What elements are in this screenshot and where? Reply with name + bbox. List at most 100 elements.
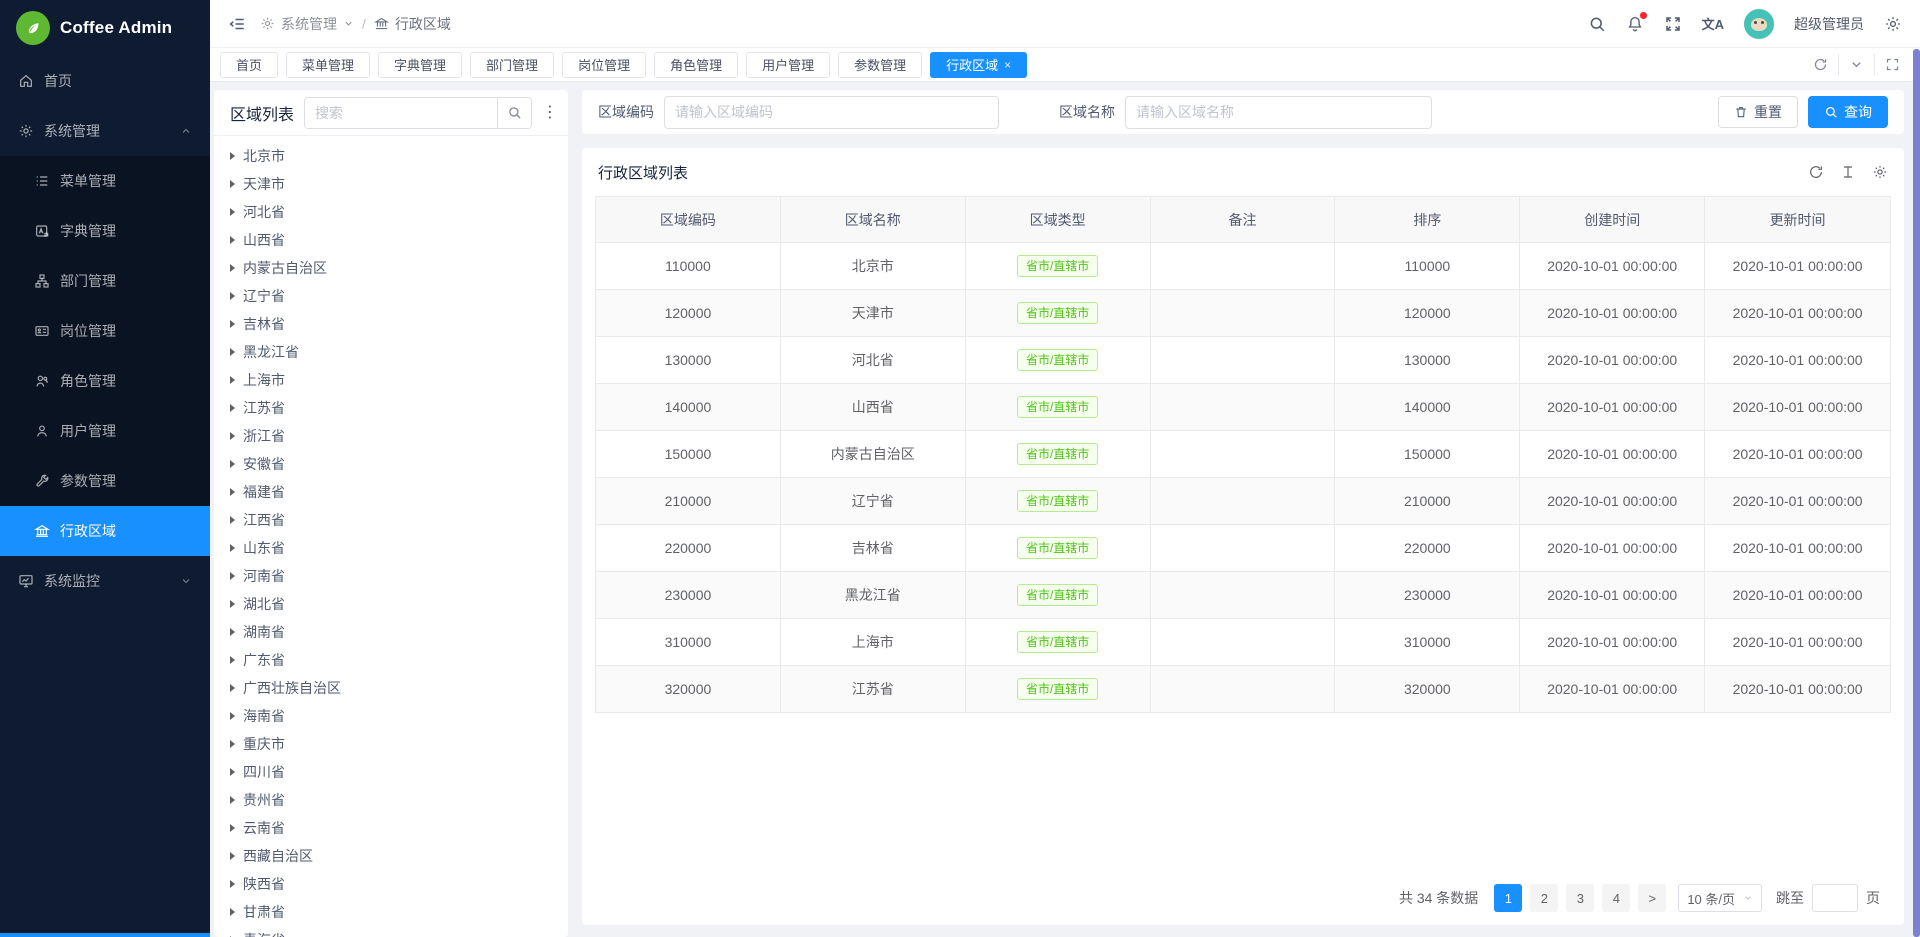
sidebar-scrollbar[interactable] xyxy=(0,933,210,937)
page-scrollbar[interactable] xyxy=(1913,49,1920,937)
caret-right-icon[interactable] xyxy=(230,152,235,160)
caret-right-icon[interactable] xyxy=(230,460,235,468)
chevron-down-icon[interactable] xyxy=(343,18,354,29)
tree-item-27[interactable]: 甘肃省 xyxy=(224,898,568,926)
settings-gear-icon[interactable] xyxy=(1884,15,1902,33)
table-row-9[interactable]: 320000江苏省省市/直辖市3200002020-10-01 00:00:00… xyxy=(596,666,1890,713)
table-row-4[interactable]: 150000内蒙古自治区省市/直辖市1500002020-10-01 00:00… xyxy=(596,431,1890,478)
sidebar-item-dept-mgmt[interactable]: 部门管理 xyxy=(0,256,210,306)
tab-0[interactable]: 首页 xyxy=(220,52,278,78)
column-settings-gear-icon[interactable] xyxy=(1872,164,1888,180)
translate-icon[interactable]: 文A xyxy=(1702,14,1724,33)
tree-item-28[interactable]: 青海省 xyxy=(224,926,568,937)
caret-right-icon[interactable] xyxy=(230,600,235,608)
caret-right-icon[interactable] xyxy=(230,880,235,888)
refresh-icon[interactable] xyxy=(1808,164,1824,180)
page-button-1[interactable]: 1 xyxy=(1494,884,1522,912)
caret-right-icon[interactable] xyxy=(230,628,235,636)
sidebar-item-post-mgmt[interactable]: 岗位管理 xyxy=(0,306,210,356)
table-row-5[interactable]: 210000辽宁省省市/直辖市2100002020-10-01 00:00:00… xyxy=(596,478,1890,525)
sidebar-item-role-mgmt[interactable]: 角色管理 xyxy=(0,356,210,406)
tab-1[interactable]: 菜单管理 xyxy=(286,52,370,78)
tree-item-19[interactable]: 广西壮族自治区 xyxy=(224,674,568,702)
tree-item-18[interactable]: 广东省 xyxy=(224,646,568,674)
tree-item-11[interactable]: 安徽省 xyxy=(224,450,568,478)
table-row-7[interactable]: 230000黑龙江省省市/直辖市2300002020-10-01 00:00:0… xyxy=(596,572,1890,619)
content-fullscreen-button[interactable] xyxy=(1874,54,1910,76)
app-logo[interactable]: Coffee Admin xyxy=(0,0,210,56)
tree-item-25[interactable]: 西藏自治区 xyxy=(224,842,568,870)
caret-right-icon[interactable] xyxy=(230,376,235,384)
caret-right-icon[interactable] xyxy=(230,768,235,776)
caret-right-icon[interactable] xyxy=(230,572,235,580)
tree-item-26[interactable]: 陕西省 xyxy=(224,870,568,898)
tree-item-9[interactable]: 江苏省 xyxy=(224,394,568,422)
tree-item-3[interactable]: 山西省 xyxy=(224,226,568,254)
tree-item-2[interactable]: 河北省 xyxy=(224,198,568,226)
sidebar-item-menu-mgmt[interactable]: 菜单管理 xyxy=(0,156,210,206)
caret-right-icon[interactable] xyxy=(230,208,235,216)
tree-item-17[interactable]: 湖南省 xyxy=(224,618,568,646)
tree-item-24[interactable]: 云南省 xyxy=(224,814,568,842)
caret-right-icon[interactable] xyxy=(230,516,235,524)
caret-right-icon[interactable] xyxy=(230,180,235,188)
tree-item-7[interactable]: 黑龙江省 xyxy=(224,338,568,366)
tab-4[interactable]: 岗位管理 xyxy=(562,52,646,78)
tree-item-12[interactable]: 福建省 xyxy=(224,478,568,506)
tree-item-21[interactable]: 重庆市 xyxy=(224,730,568,758)
next-page-button[interactable]: > xyxy=(1638,884,1666,912)
menu-fold-icon[interactable] xyxy=(228,15,246,33)
query-button[interactable]: 查询 xyxy=(1808,96,1888,128)
caret-right-icon[interactable] xyxy=(230,292,235,300)
caret-right-icon[interactable] xyxy=(230,348,235,356)
tree-item-14[interactable]: 山东省 xyxy=(224,534,568,562)
sidebar-item-dict-mgmt[interactable]: 字典管理 xyxy=(0,206,210,256)
tree-item-8[interactable]: 上海市 xyxy=(224,366,568,394)
tree-item-1[interactable]: 天津市 xyxy=(224,170,568,198)
sidebar-item-home[interactable]: 首页 xyxy=(0,56,210,106)
username[interactable]: 超级管理员 xyxy=(1794,14,1864,34)
search-icon[interactable] xyxy=(1588,15,1606,33)
tree-item-0[interactable]: 北京市 xyxy=(224,142,568,170)
caret-right-icon[interactable] xyxy=(230,404,235,412)
kebab-menu-icon[interactable]: ⋮ xyxy=(542,105,556,121)
tab-5[interactable]: 角色管理 xyxy=(654,52,738,78)
tab-close-icon[interactable]: × xyxy=(1004,59,1011,71)
caret-right-icon[interactable] xyxy=(230,656,235,664)
caret-right-icon[interactable] xyxy=(230,740,235,748)
caret-right-icon[interactable] xyxy=(230,712,235,720)
table-row-2[interactable]: 130000河北省省市/直辖市1300002020-10-01 00:00:00… xyxy=(596,337,1890,384)
jump-page-input[interactable] xyxy=(1812,884,1858,912)
region-code-input[interactable] xyxy=(664,96,999,129)
table-row-1[interactable]: 120000天津市省市/直辖市1200002020-10-01 00:00:00… xyxy=(596,290,1890,337)
tab-2[interactable]: 字典管理 xyxy=(378,52,462,78)
sidebar-item-region[interactable]: 行政区域 xyxy=(0,506,210,556)
caret-right-icon[interactable] xyxy=(230,908,235,916)
tab-8[interactable]: 行政区域× xyxy=(930,52,1027,78)
sidebar-item-user-mgmt[interactable]: 用户管理 xyxy=(0,406,210,456)
caret-right-icon[interactable] xyxy=(230,852,235,860)
tab-actions-dropdown[interactable] xyxy=(1838,54,1874,76)
page-size-select[interactable]: 10 条/页 xyxy=(1678,884,1762,912)
caret-right-icon[interactable] xyxy=(230,824,235,832)
sidebar-item-system[interactable]: 系统管理 xyxy=(0,106,210,156)
avatar[interactable] xyxy=(1744,9,1774,39)
caret-right-icon[interactable] xyxy=(230,684,235,692)
fullscreen-icon[interactable] xyxy=(1664,15,1682,33)
tree-item-20[interactable]: 海南省 xyxy=(224,702,568,730)
tab-3[interactable]: 部门管理 xyxy=(470,52,554,78)
tree-item-16[interactable]: 湖北省 xyxy=(224,590,568,618)
caret-right-icon[interactable] xyxy=(230,432,235,440)
tree-item-13[interactable]: 江西省 xyxy=(224,506,568,534)
tree-item-6[interactable]: 吉林省 xyxy=(224,310,568,338)
caret-right-icon[interactable] xyxy=(230,236,235,244)
tab-7[interactable]: 参数管理 xyxy=(838,52,922,78)
tree-item-22[interactable]: 四川省 xyxy=(224,758,568,786)
sidebar-item-monitor[interactable]: 系统监控 xyxy=(0,556,210,606)
tree-item-10[interactable]: 浙江省 xyxy=(224,422,568,450)
row-height-icon[interactable] xyxy=(1840,164,1856,180)
caret-right-icon[interactable] xyxy=(230,488,235,496)
notification-bell[interactable] xyxy=(1626,15,1644,33)
breadcrumb-parent[interactable]: 系统管理 xyxy=(281,14,337,34)
tree-item-15[interactable]: 河南省 xyxy=(224,562,568,590)
